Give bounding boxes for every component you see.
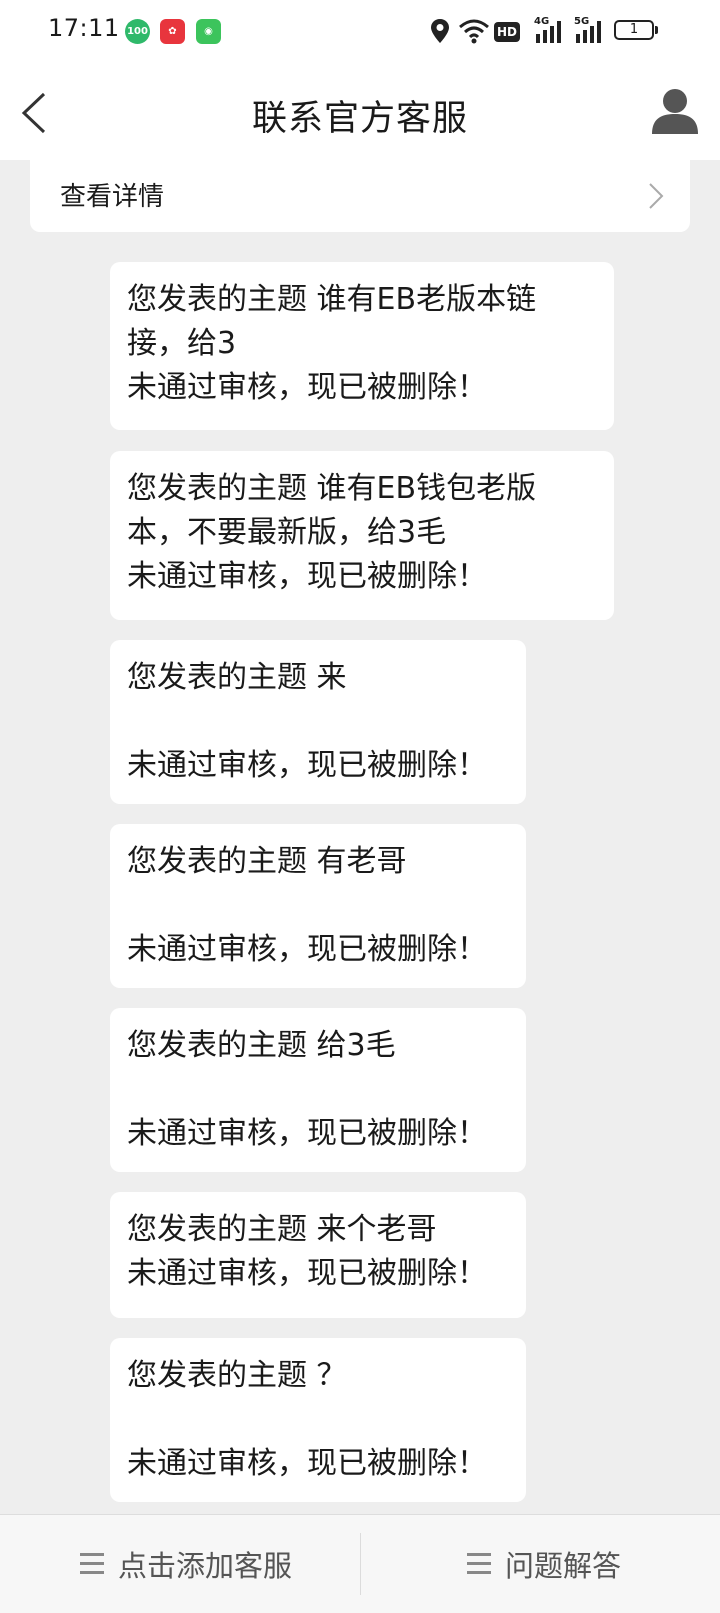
chevron-right-icon <box>649 183 664 209</box>
signal-4g-icon: 4G <box>534 16 566 44</box>
message-line: 未通过审核，现已被删除！ <box>127 559 487 594</box>
page-title: 联系官方客服 <box>251 99 468 139</box>
battery-level: 1 <box>629 22 639 37</box>
add-service-button[interactable]: 点击添加客服 <box>0 1515 360 1613</box>
app-notification-icon: 100 <box>125 19 150 44</box>
bottom-nav-bar: 点击添加客服 问题解答 <box>0 1514 720 1613</box>
view-details-label: 查看详情 <box>60 182 165 212</box>
faq-label: 问题解答 <box>505 1549 622 1583</box>
message-line: 您发表的主题 来个老哥 <box>127 1212 437 1247</box>
top-nav-bar: 联系官方客服 <box>0 66 720 160</box>
message-line: 未通过审核，现已被删除！ <box>127 1116 487 1151</box>
message-line: 您发表的主题 有老哥 <box>127 844 407 879</box>
view-details-row[interactable]: 查看详情 <box>30 160 690 232</box>
message-bubble: 您发表的主题 给3毛 未通过审核，现已被删除！ <box>110 1008 526 1172</box>
message-line <box>127 884 510 928</box>
app-notification-icon: ✿ <box>160 19 185 44</box>
faq-button[interactable]: 问题解答 <box>360 1515 720 1613</box>
message-line: 您发表的主题 谁有EB钱包老版 <box>127 471 537 506</box>
user-icon <box>652 89 698 134</box>
status-time: 17:11 <box>48 14 120 42</box>
message-bubble: 您发表的主题 来 未通过审核，现已被删除！ <box>110 640 526 804</box>
battery-icon: 1 <box>614 20 658 40</box>
menu-icon <box>467 1553 491 1574</box>
message-line <box>127 700 510 744</box>
message-line: 接，给3 <box>127 326 237 361</box>
message-line <box>127 1068 510 1112</box>
message-bubble: 您发表的主题 有老哥 未通过审核，现已被删除！ <box>110 824 526 988</box>
hd-badge-label: HD <box>496 25 517 39</box>
message-line: 未通过审核，现已被删除！ <box>127 1446 487 1481</box>
message-line: 您发表的主题 给3毛 <box>127 1028 396 1063</box>
message-line: 您发表的主题 谁有EB老版本链 <box>127 282 537 317</box>
message-line: 未通过审核，现已被删除！ <box>127 748 487 783</box>
message-line: 未通过审核，现已被删除！ <box>127 932 487 967</box>
message-line: 未通过审核，现已被删除！ <box>127 1256 487 1291</box>
message-bubble: 您发表的主题 ？ 未通过审核，现已被删除！ <box>110 1338 526 1502</box>
message-line: 未通过审核，现已被删除！ <box>127 370 487 405</box>
wifi-icon <box>459 19 489 44</box>
message-bubble: 您发表的主题 谁有EB老版本链 接，给3 未通过审核，现已被删除！ <box>110 262 614 430</box>
menu-icon <box>80 1553 104 1574</box>
profile-button[interactable] <box>650 86 700 136</box>
message-line <box>127 1398 510 1442</box>
location-icon <box>431 19 449 43</box>
status-bar: 17:11 100 ✿ ◉ HD 4G 5G 1 <box>0 0 720 66</box>
message-bubble: 您发表的主题 谁有EB钱包老版 本，不要最新版，给3毛 未通过审核，现已被删除！ <box>110 451 614 620</box>
add-service-label: 点击添加客服 <box>118 1549 293 1583</box>
message-line: 您发表的主题 来 <box>127 660 347 695</box>
message-line: 您发表的主题 ？ <box>127 1358 347 1393</box>
message-bubble: 您发表的主题 来个老哥 未通过审核，现已被删除！ <box>110 1192 526 1318</box>
message-line: 本，不要最新版，给3毛 <box>127 515 447 550</box>
app-notification-icon: ◉ <box>196 19 221 44</box>
hd-badge-icon: HD <box>494 22 520 42</box>
signal-5g-icon: 5G <box>574 16 606 44</box>
